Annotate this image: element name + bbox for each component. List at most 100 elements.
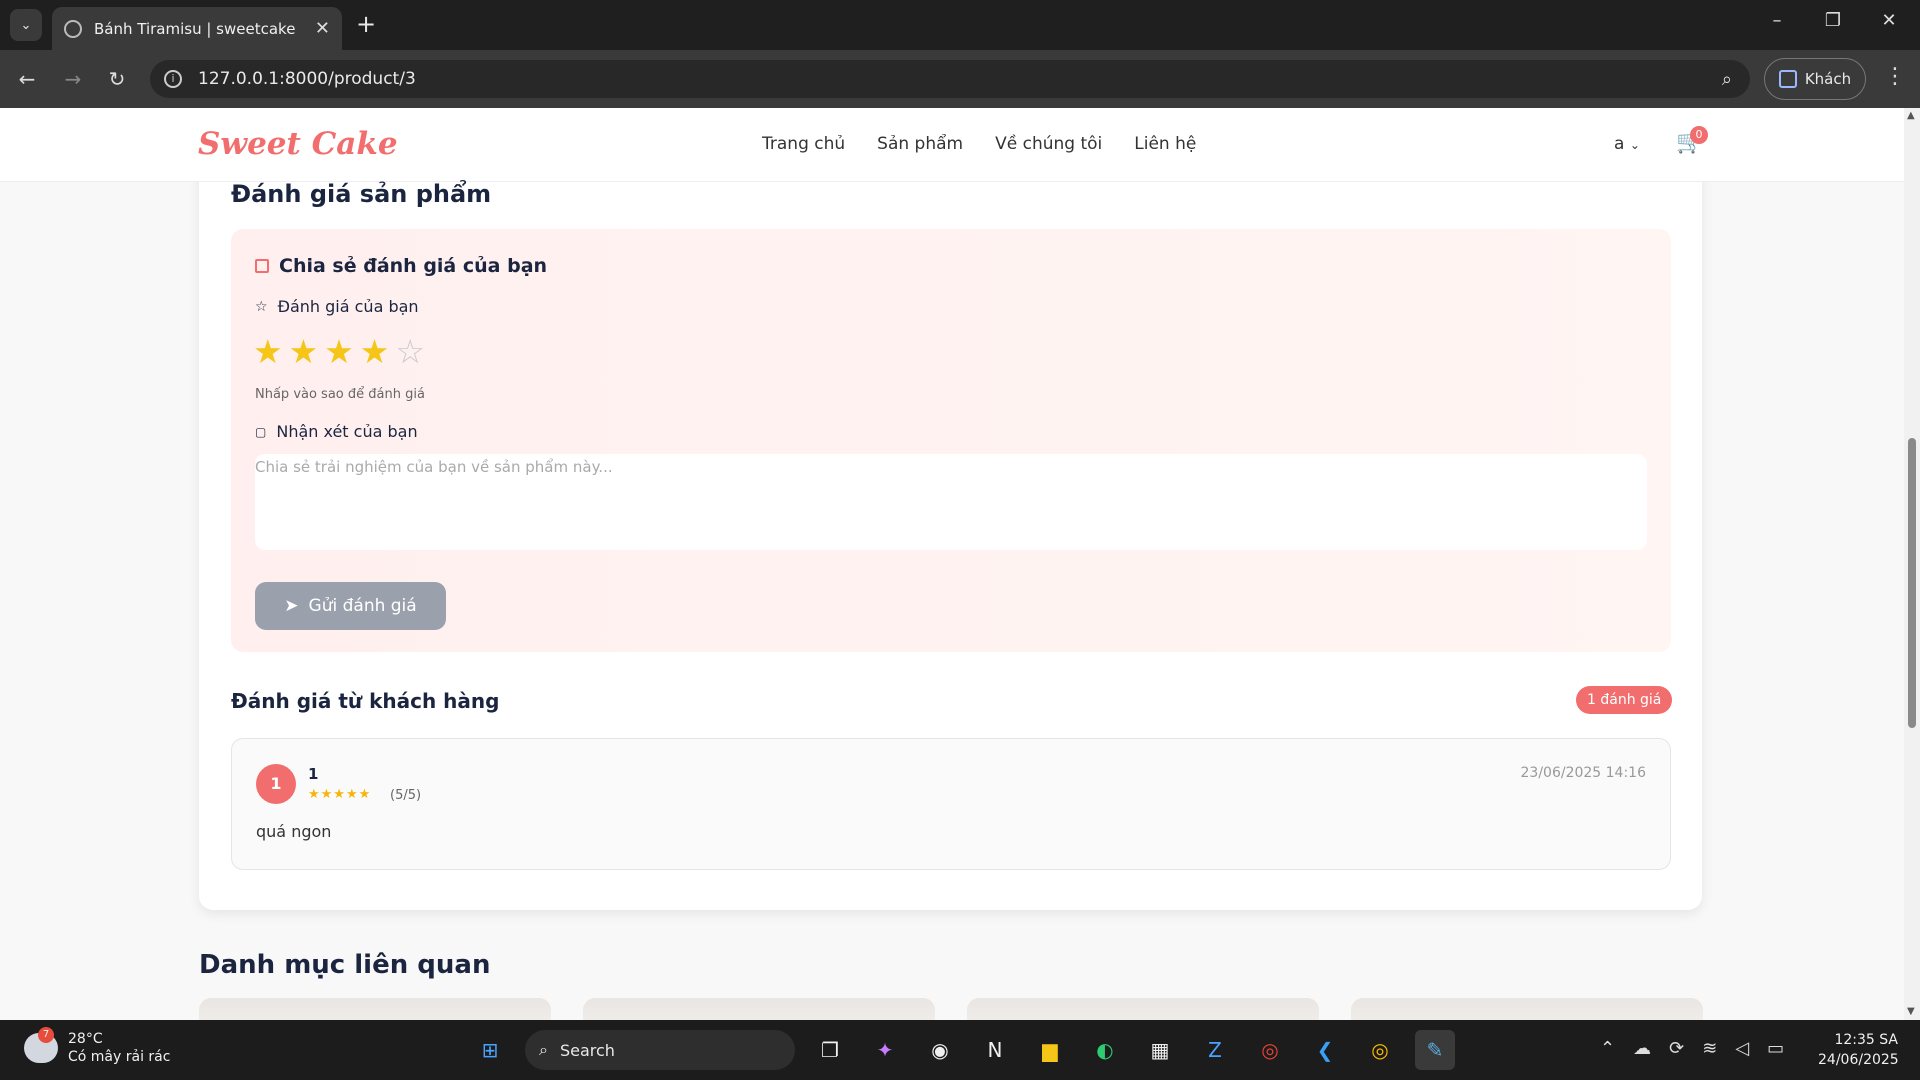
related-products — [199, 998, 1703, 1020]
review-item: 1 1 ★★★★★ (5/5) 23/06/2025 14:16 quá ngo… — [231, 738, 1671, 870]
scroll-up-icon[interactable]: ▲ — [1907, 110, 1915, 121]
scroll-down-icon[interactable]: ▼ — [1907, 1006, 1915, 1017]
review-text: quá ngon — [256, 822, 332, 841]
nav-contact[interactable]: Liên hệ — [1134, 134, 1196, 154]
active-app-icon[interactable]: ✎ — [1415, 1030, 1455, 1070]
site-info-icon[interactable]: i — [164, 70, 182, 88]
comment-textarea[interactable]: Chia sẻ trải nghiệm của bạn về sản phẩm … — [255, 454, 1647, 550]
weather-desc: Có mây rải rác — [68, 1049, 171, 1065]
chrome-profile-icon[interactable]: ◎ — [1360, 1030, 1400, 1070]
profile-icon — [1778, 70, 1797, 88]
send-icon: ➤ — [284, 596, 299, 616]
file-explorer-icon[interactable]: ▆ — [1030, 1030, 1070, 1070]
windows-start-icon[interactable]: ⊞ — [470, 1030, 510, 1070]
main-nav: Trang chủ Sản phẩm Về chúng tôi Liên hệ — [762, 134, 1196, 154]
weather-icon: 7 — [24, 1027, 58, 1063]
clock-date: 24/06/2025 — [1818, 1052, 1899, 1068]
avatar: 1 — [256, 764, 296, 804]
review-date: 23/06/2025 14:16 — [1520, 765, 1647, 781]
wifi-icon[interactable]: ≋ — [1702, 1038, 1717, 1059]
star-filled-icon[interactable]: ★ — [253, 335, 283, 369]
back-icon[interactable]: ← — [12, 64, 42, 94]
volume-icon[interactable]: ◁ — [1735, 1038, 1749, 1059]
nav-about[interactable]: Về chúng tôi — [995, 134, 1102, 154]
forward-icon[interactable]: → — [58, 64, 88, 94]
review-score: (5/5) — [390, 788, 422, 803]
star-filled-icon[interactable]: ★ — [289, 335, 319, 369]
chevron-up-icon[interactable]: ⌃ — [1600, 1038, 1615, 1059]
comment-placeholder: Chia sẻ trải nghiệm của bạn về sản phẩm … — [255, 458, 613, 476]
submit-label: Gửi đánh giá — [308, 596, 417, 616]
submit-review-button[interactable]: ➤ Gửi đánh giá — [255, 582, 446, 630]
vscode-icon[interactable]: ❮ — [1305, 1030, 1345, 1070]
minimize-icon[interactable]: – — [1762, 10, 1792, 31]
menu-icon[interactable]: ⋮ — [1884, 64, 1906, 89]
related-product-card[interactable] — [583, 998, 935, 1020]
tab-strip: ⌄ Bánh Tiramisu | sweetcake ✕ + – ❐ ✕ — [0, 0, 1920, 50]
taskbar-search[interactable]: ⌕ Search — [525, 1030, 795, 1070]
review-form: Chia sẻ đánh giá của bạn ☆ Đánh giá của … — [231, 229, 1671, 652]
zoom-icon[interactable]: ⌕ — [1722, 69, 1732, 90]
nav-products[interactable]: Sản phẩm — [877, 134, 963, 154]
reviews-section-title: Đánh giá sản phẩm — [231, 180, 492, 208]
page-scrollbar[interactable]: ▲ ▼ — [1904, 108, 1920, 1020]
store-icon[interactable]: ▦ — [1140, 1030, 1180, 1070]
form-title: Chia sẻ đánh giá của bạn — [255, 255, 547, 277]
star-empty-icon[interactable]: ☆ — [395, 335, 425, 369]
scrollbar-thumb[interactable] — [1908, 438, 1916, 728]
related-product-card[interactable] — [199, 998, 551, 1020]
notion-icon[interactable]: N — [975, 1030, 1015, 1070]
tab-search-button[interactable]: ⌄ — [10, 9, 42, 41]
cloud-icon[interactable]: ☁ — [1633, 1038, 1651, 1059]
browser-toolbar: ← → ↻ i 127.0.0.1:8000/product/3 ⌕ Khách… — [0, 50, 1920, 108]
clock[interactable]: 12:35 SA 24/06/2025 — [1818, 1030, 1899, 1070]
star-filled-icon[interactable]: ★ — [324, 335, 354, 369]
rating-stars: ★ ★ ★ ★ ☆ — [253, 335, 425, 369]
task-view-icon[interactable]: ❐ — [810, 1030, 850, 1070]
cart-button[interactable]: 🛒 0 — [1676, 126, 1708, 155]
search-label: Search — [559, 1040, 615, 1060]
rating-label-text: Đánh giá của bạn — [277, 297, 419, 316]
close-tab-icon[interactable]: ✕ — [315, 18, 330, 39]
weather-badge: 7 — [38, 1027, 54, 1043]
related-product-card[interactable] — [967, 998, 1319, 1020]
close-window-icon[interactable]: ✕ — [1874, 10, 1904, 31]
related-title: Danh mục liên quan — [199, 950, 491, 980]
nav-home[interactable]: Trang chủ — [762, 134, 845, 154]
url-text: 127.0.0.1:8000/product/3 — [198, 69, 416, 89]
copilot-icon[interactable]: ✦ — [865, 1030, 905, 1070]
reviewer-name: 1 — [308, 765, 319, 783]
search-icon: ⌕ — [539, 1040, 548, 1059]
restore-icon[interactable]: ❐ — [1818, 10, 1848, 31]
browser-tab[interactable]: Bánh Tiramisu | sweetcake ✕ — [52, 7, 342, 50]
site-header: Sweet Cake Trang chủ Sản phẩm Về chúng t… — [0, 108, 1904, 182]
system-tray: ⌃ ☁ ⟳ ≋ ◁ ▭ — [1600, 1038, 1784, 1059]
review-stars: ★★★★★ — [308, 787, 372, 802]
battery-icon[interactable]: ▭ — [1767, 1038, 1784, 1059]
chrome-icon[interactable]: ◎ — [1250, 1030, 1290, 1070]
weather-widget[interactable]: 7 28°C Có mây rải rác — [24, 1027, 171, 1066]
edge-icon[interactable]: ◐ — [1085, 1030, 1125, 1070]
related-product-card[interactable] — [1351, 998, 1703, 1020]
site-logo[interactable]: Sweet Cake — [198, 126, 398, 162]
clock-time: 12:35 SA — [1834, 1032, 1898, 1048]
profile-button[interactable]: Khách — [1764, 58, 1866, 100]
taskbar-apps: ⊞ ⌕ Search ❐ ✦ ◉ N ▆ ◐ ▦ Z ◎ ❮ ◎ ✎ — [470, 1030, 1455, 1070]
weather-temp: 28°C — [68, 1031, 103, 1047]
comment-label-text: Nhận xét của bạn — [276, 422, 418, 441]
search-app-icon[interactable]: ◉ — [920, 1030, 960, 1070]
star-outline-icon: ☆ — [255, 298, 268, 315]
edit-icon — [255, 259, 269, 273]
user-menu[interactable]: a ⌄ — [1614, 134, 1640, 154]
customer-reviews-title: Đánh giá từ khách hàng — [231, 689, 500, 713]
form-title-text: Chia sẻ đánh giá của bạn — [279, 255, 548, 277]
comment-label: ▢ Nhận xét của bạn — [255, 422, 418, 441]
browser-chrome: ⌄ Bánh Tiramisu | sweetcake ✕ + – ❐ ✕ ← … — [0, 0, 1920, 108]
sync-icon[interactable]: ⟳ — [1669, 1038, 1684, 1059]
reload-icon[interactable]: ↻ — [102, 64, 132, 94]
comment-icon: ▢ — [255, 424, 267, 439]
zalo-icon[interactable]: Z — [1195, 1030, 1235, 1070]
new-tab-button[interactable]: + — [352, 11, 380, 39]
star-filled-icon[interactable]: ★ — [360, 335, 390, 369]
address-bar[interactable]: i 127.0.0.1:8000/product/3 ⌕ — [150, 60, 1750, 98]
